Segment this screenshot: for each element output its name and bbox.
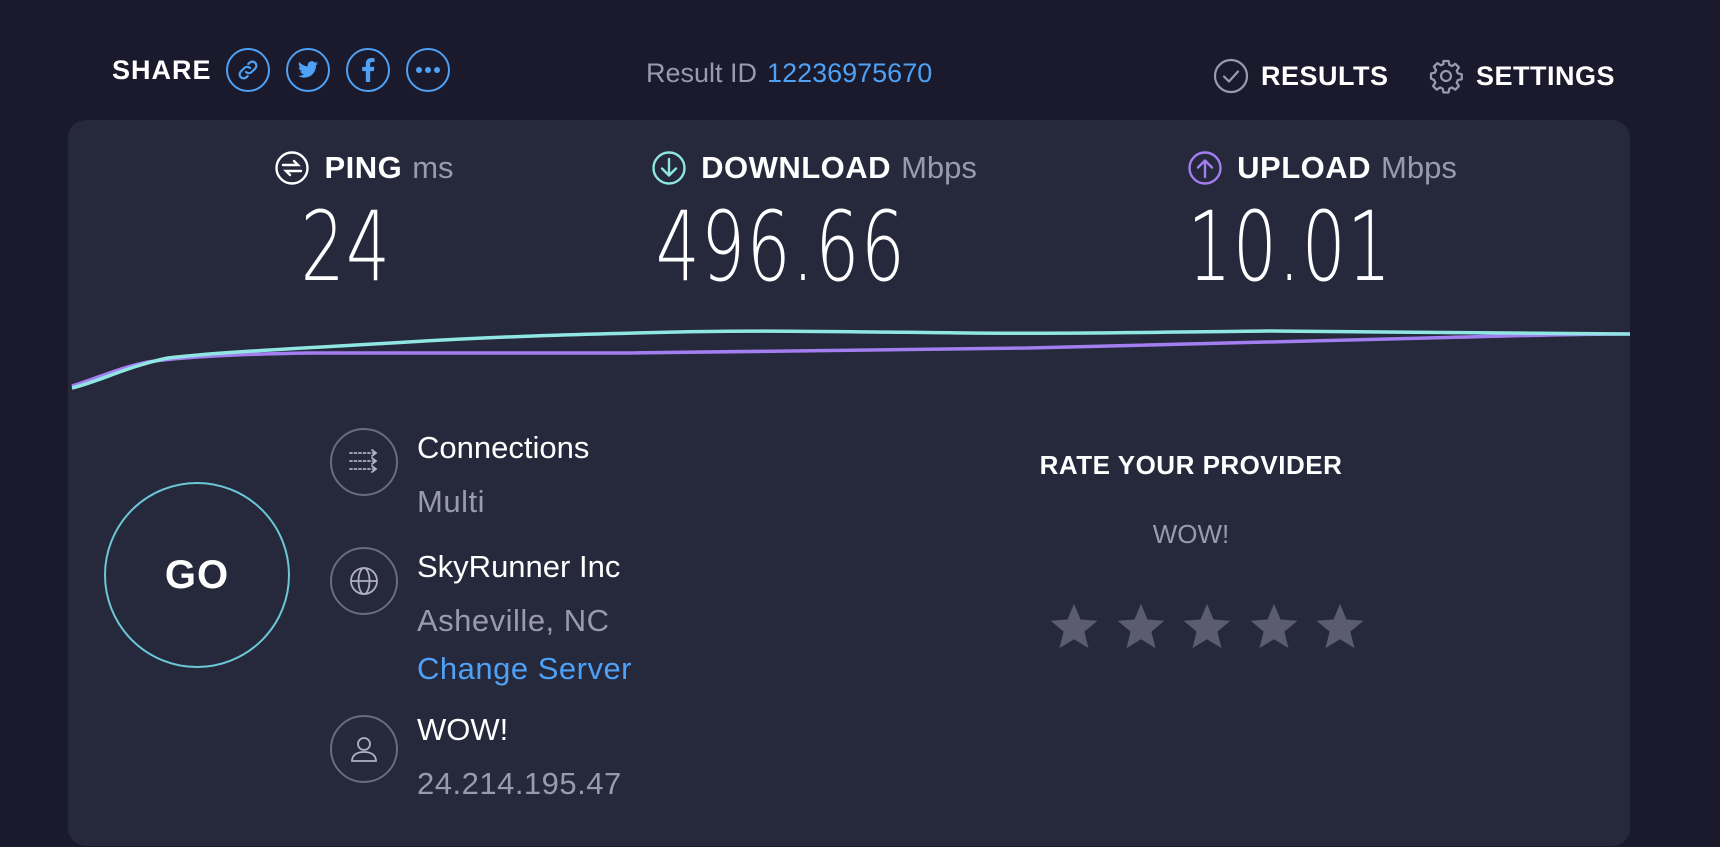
go-button[interactable]: GO (104, 482, 290, 668)
star-3[interactable] (1181, 600, 1233, 652)
results-label: RESULTS (1261, 60, 1389, 91)
ping-metric: PING ms 24 (264, 150, 464, 302)
results-link[interactable]: RESULTS (1213, 58, 1389, 94)
share-more-button[interactable] (405, 48, 450, 92)
user-icon (351, 737, 377, 762)
link-icon (238, 60, 257, 80)
facebook-icon (361, 58, 375, 82)
share-label: SHARE (112, 54, 212, 85)
isp-name: WOW! (417, 712, 509, 747)
upload-value: 10.01 (1187, 191, 1393, 303)
download-header: DOWNLOAD Mbps (634, 150, 994, 186)
gear-icon (1429, 59, 1463, 94)
rate-provider-name: WOW! (1152, 519, 1230, 549)
copy-link-button[interactable] (225, 48, 270, 92)
go-label: GO (164, 552, 230, 597)
isp-ip: 24.214.195.47 (417, 766, 622, 801)
server-name: SkyRunner Inc (417, 549, 621, 584)
change-server-link[interactable]: Change Server (417, 651, 632, 687)
rate-title: RATE YOUR PROVIDER (1039, 450, 1343, 480)
star-rating (1048, 600, 1381, 652)
share-twitter-button[interactable] (285, 48, 330, 92)
share-facebook-button[interactable] (345, 48, 390, 92)
isp-icon-badge (330, 715, 398, 783)
top-bar: SHARE Result ID 12236975670 RESULTS SETT… (0, 0, 1720, 120)
upload-metric: UPLOAD Mbps 10.01 (1172, 150, 1472, 302)
ping-header: PING ms (264, 150, 464, 186)
upload-graph-line (71, 332, 1630, 388)
result-id-value[interactable]: 12236975670 (767, 58, 932, 88)
share-bar: SHARE (112, 48, 466, 92)
ping-icon (275, 151, 310, 185)
server-location: Asheville, NC (417, 603, 610, 638)
connections-icon (349, 449, 378, 473)
upload-header: UPLOAD Mbps (1172, 150, 1472, 186)
star-4[interactable] (1248, 600, 1300, 652)
ping-value: 24 (300, 191, 392, 303)
speed-graph (71, 329, 1630, 390)
star-2[interactable] (1115, 600, 1167, 652)
upload-arrow-icon (1188, 151, 1222, 185)
settings-link[interactable]: SETTINGS (1428, 58, 1615, 94)
more-icon (415, 67, 440, 73)
upload-label: UPLOAD (1237, 150, 1372, 185)
server-icon-badge (330, 547, 398, 615)
download-metric: DOWNLOAD Mbps 496.66 (634, 150, 994, 302)
connections-value: Multi (417, 484, 485, 519)
download-label: DOWNLOAD (701, 150, 892, 185)
globe-icon (350, 567, 378, 595)
upload-unit: Mbps (1381, 150, 1457, 185)
result-card: PING ms 24 DOWNLOAD Mbps 496.66 UPLOAD M… (68, 120, 1630, 846)
connections-icon-badge (330, 428, 398, 496)
settings-label: SETTINGS (1476, 60, 1616, 91)
twitter-icon (297, 61, 318, 78)
star-5[interactable] (1314, 600, 1366, 652)
check-circle-icon (1213, 58, 1249, 94)
connections-title: Connections (417, 430, 590, 465)
ping-label: PING (324, 150, 403, 185)
download-value: 496.66 (655, 191, 907, 303)
rate-provider: RATE YOUR PROVIDER WOW! (1040, 450, 1364, 649)
download-unit: Mbps (901, 150, 977, 185)
ping-unit: ms (412, 150, 454, 185)
star-1[interactable] (1048, 600, 1100, 652)
download-arrow-icon (652, 151, 686, 185)
result-id: Result ID 12236975670 (646, 58, 932, 89)
speedtest-result-page: SHARE Result ID 12236975670 RESULTS SETT… (0, 0, 1720, 847)
result-id-label: Result ID (646, 58, 758, 88)
